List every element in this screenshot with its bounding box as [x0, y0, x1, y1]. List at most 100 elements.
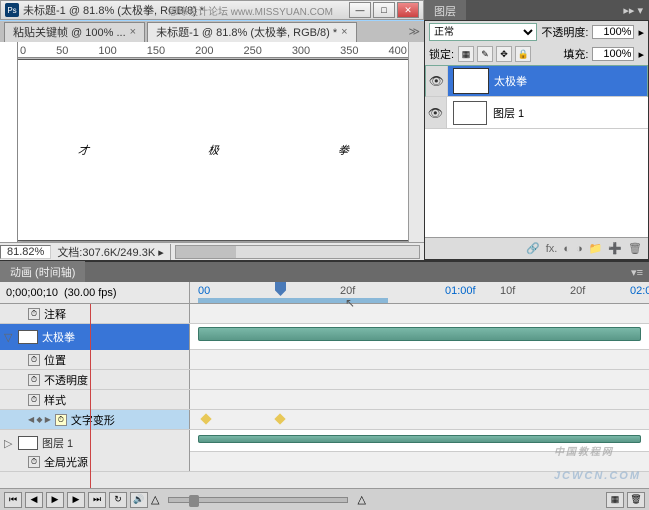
track-thumbnail: T — [18, 330, 38, 344]
layer-list: 👁 T 太极拳 👁 图层 1 — [425, 65, 648, 237]
horizontal-scrollbar[interactable] — [175, 245, 420, 259]
panel-collapse-icon[interactable]: ▸▸ ▾ — [617, 4, 649, 17]
layer-name: 图层 1 — [493, 105, 524, 121]
clip-bar[interactable] — [198, 327, 641, 341]
doc-size: 文档:307.6K/249.3K ▸ — [51, 244, 170, 260]
layer-item[interactable]: 👁 T 太极拳 — [425, 65, 648, 97]
stopwatch-icon[interactable]: ⏱ — [28, 456, 40, 468]
maximize-button[interactable]: □ — [373, 2, 395, 18]
new-layer-icon[interactable]: ➕ — [608, 242, 622, 255]
convert-frames-button[interactable]: ▦ — [606, 492, 624, 508]
tab-overflow-arrows[interactable]: ≫ — [404, 25, 424, 38]
loop-button[interactable]: ↻ — [109, 492, 127, 508]
work-area-bar[interactable] — [198, 298, 388, 303]
timeline-tab[interactable]: 动画 (时间轴) — [0, 261, 85, 283]
play-button[interactable]: ▶ — [46, 492, 64, 508]
stopwatch-icon[interactable]: ⏱ — [28, 394, 40, 406]
expand-toggle-icon[interactable]: ▽ — [4, 331, 14, 344]
lock-paint-icon[interactable]: ✎ — [477, 46, 493, 62]
blend-mode-select[interactable]: 正常 — [429, 23, 537, 41]
watermark-text: 思缘设计论坛 www.MISSYUAN.COM — [168, 3, 333, 18]
track-content[interactable] — [190, 304, 649, 323]
cursor-icon: ↖ — [345, 296, 355, 310]
status-bar: 81.82% 文档:307.6K/249.3K ▸ — [0, 242, 424, 260]
track-content[interactable] — [190, 430, 649, 451]
track-thumbnail — [18, 436, 38, 450]
expand-toggle-icon[interactable]: ▷ — [4, 437, 14, 450]
adjustment-layer-icon[interactable]: ◑ — [576, 243, 583, 255]
timeline-footer: ⏮ ◀ ▶ ▶ ⏭ ↻ 🔊 △ △ ▦ 🗑 — [0, 488, 649, 510]
window-titlebar: Ps 未标题-1 @ 81.8% (太极拳, RGB/8) * 思缘设计论坛 w… — [0, 0, 424, 20]
canvas: 才 极 拳 — [18, 60, 408, 240]
go-start-button[interactable]: ⏮ — [4, 492, 22, 508]
keyframe-icon[interactable] — [274, 413, 285, 424]
lock-all-icon[interactable]: 🔒 — [515, 46, 531, 62]
stopwatch-icon[interactable]: ⏱ — [28, 374, 40, 386]
close-button[interactable]: ✕ — [397, 2, 419, 18]
zoom-in-icon[interactable]: △ — [357, 493, 365, 506]
vertical-scrollbar[interactable] — [408, 42, 424, 242]
playhead-line — [90, 304, 91, 488]
layer-thumbnail — [453, 101, 487, 125]
lock-transparency-icon[interactable]: ▦ — [458, 46, 474, 62]
track-content[interactable] — [190, 350, 649, 369]
minimize-button[interactable]: — — [349, 2, 371, 18]
document-tab[interactable]: 粘贴关键帧 @ 100% ...× — [4, 22, 145, 42]
panel-menu-icon[interactable]: ▾≡ — [625, 266, 649, 279]
track-label: 不透明度 — [44, 372, 88, 388]
fill-input[interactable]: 100% — [592, 47, 634, 61]
zoom-level[interactable]: 81.82% — [0, 245, 51, 259]
fps-label: (30.00 fps) — [64, 287, 117, 299]
opacity-label: 不透明度: — [541, 24, 588, 40]
canvas-area[interactable]: 才 极 拳 — [18, 58, 408, 242]
track-content[interactable] — [190, 410, 649, 429]
clip-bar[interactable] — [198, 435, 641, 443]
delete-layer-icon[interactable]: 🗑 — [628, 242, 642, 255]
layers-tab[interactable]: 图层 — [424, 0, 466, 22]
layer-mask-icon[interactable]: ◐ — [563, 243, 570, 255]
track-content[interactable] — [190, 390, 649, 409]
layers-panel-header: 图层 ▸▸ ▾ — [424, 0, 649, 20]
keyframe-nav[interactable]: ◀ ◆ ▶ — [28, 415, 51, 424]
zoom-slider[interactable] — [168, 497, 348, 503]
vertical-ruler — [0, 42, 18, 242]
visibility-toggle-icon[interactable]: 👁 — [425, 97, 447, 128]
go-end-button[interactable]: ⏭ — [88, 492, 106, 508]
document-tab[interactable]: 未标题-1 @ 81.8% (太极拳, RGB/8) *× — [147, 22, 357, 42]
new-group-icon[interactable]: 📁 — [589, 242, 603, 255]
delete-button[interactable]: 🗑 — [627, 492, 645, 508]
opacity-input[interactable]: 100% — [592, 25, 634, 39]
track-content[interactable] — [190, 324, 649, 349]
next-frame-button[interactable]: ▶ — [67, 492, 85, 508]
track-content[interactable] — [190, 452, 649, 471]
track-label: 样式 — [44, 392, 66, 408]
time-ruler[interactable]: 00 20f 01:00f 10f 20f 02:0 ↖ — [190, 282, 649, 304]
timeline-panel: 动画 (时间轴) ▾≡ 0;00;00;10 (30.00 fps) 00 20… — [0, 260, 649, 510]
layer-fx-icon[interactable]: fx. — [546, 243, 558, 255]
track-label: 注释 — [44, 306, 66, 322]
lock-position-icon[interactable]: ✥ — [496, 46, 512, 62]
prev-frame-button[interactable]: ◀ — [25, 492, 43, 508]
layers-panel-footer: 🔗 fx. ◐ ◑ 📁 ➕ 🗑 — [425, 237, 648, 259]
horizontal-ruler: 050100150200250300350400 — [18, 42, 408, 58]
playhead[interactable] — [275, 282, 286, 296]
layer-thumbnail: T — [454, 69, 488, 93]
current-time[interactable]: 0;00;00;10 — [6, 287, 58, 299]
audio-button[interactable]: 🔊 — [130, 492, 148, 508]
track-label: 位置 — [44, 352, 66, 368]
fill-label: 填充: — [563, 46, 588, 62]
track-label: 图层 1 — [42, 435, 73, 451]
keyframe-icon[interactable] — [200, 413, 211, 424]
visibility-toggle-icon[interactable]: 👁 — [426, 66, 448, 96]
tab-close-icon[interactable]: × — [341, 26, 347, 38]
document-tab-bar: 粘贴关键帧 @ 100% ...× 未标题-1 @ 81.8% (太极拳, RG… — [0, 20, 424, 42]
layer-item[interactable]: 👁 图层 1 — [425, 97, 648, 129]
stopwatch-icon[interactable]: ⏱ — [55, 414, 67, 426]
stopwatch-icon[interactable]: ⏱ — [28, 354, 40, 366]
lock-label: 锁定: — [429, 46, 454, 62]
track-content[interactable] — [190, 370, 649, 389]
tab-close-icon[interactable]: × — [130, 26, 136, 38]
link-layers-icon[interactable]: 🔗 — [526, 242, 540, 255]
stopwatch-icon[interactable]: ⏱ — [28, 308, 40, 320]
zoom-out-icon[interactable]: △ — [151, 493, 159, 506]
